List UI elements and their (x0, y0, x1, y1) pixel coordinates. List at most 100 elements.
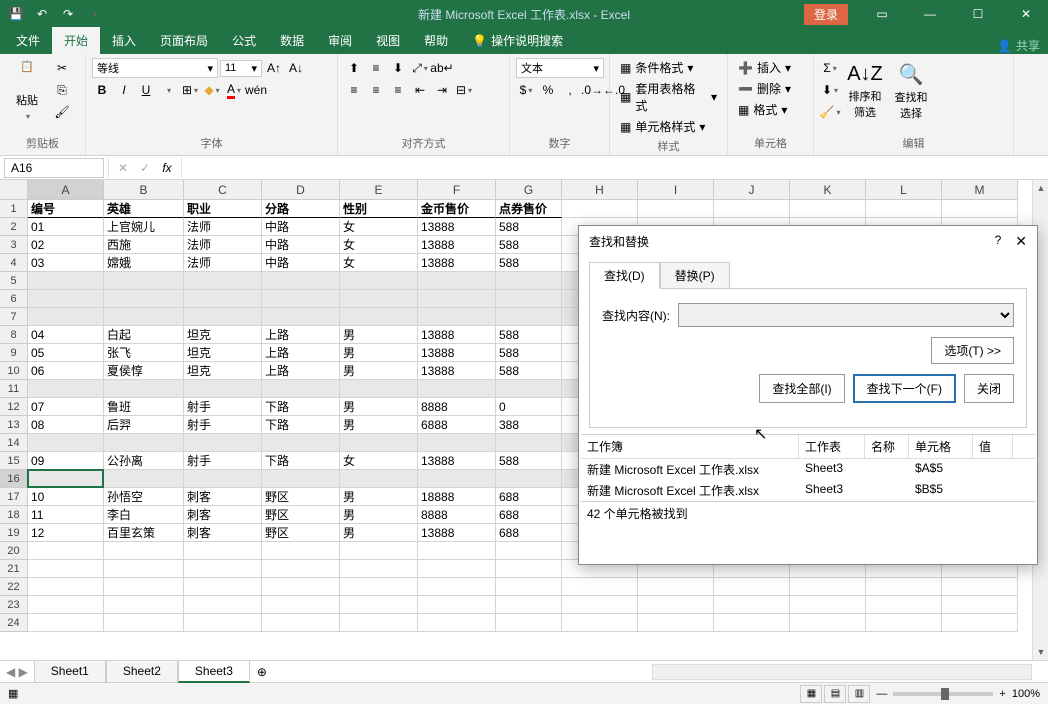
qat-customize[interactable] (82, 2, 106, 26)
row-header-12[interactable]: 12 (0, 398, 28, 416)
cell[interactable] (262, 614, 340, 632)
cell[interactable]: 13888 (418, 218, 496, 236)
cell[interactable] (866, 200, 942, 218)
login-button[interactable]: 登录 (804, 4, 848, 25)
cell[interactable] (262, 470, 340, 488)
close-icon[interactable]: ✕ (1004, 0, 1048, 28)
cell[interactable] (104, 560, 184, 578)
currency-icon[interactable]: $ (516, 80, 536, 100)
cell[interactable] (496, 272, 562, 290)
cell[interactable] (262, 290, 340, 308)
cell[interactable]: 刺客 (184, 524, 262, 542)
cell[interactable]: 688 (496, 506, 562, 524)
cell[interactable]: 后羿 (104, 416, 184, 434)
align-right-icon[interactable]: ≡ (388, 80, 408, 100)
cell[interactable] (262, 542, 340, 560)
cell[interactable]: 388 (496, 416, 562, 434)
fill-icon[interactable]: ⬇ (820, 80, 840, 100)
row-header-23[interactable]: 23 (0, 596, 28, 614)
cell[interactable] (638, 596, 714, 614)
cell[interactable]: 男 (340, 416, 418, 434)
find-select-button[interactable]: 🔍 查找和选择 (890, 58, 932, 124)
cell[interactable]: 法师 (184, 236, 262, 254)
cell[interactable] (496, 578, 562, 596)
cell[interactable]: 688 (496, 524, 562, 542)
cell[interactable] (340, 380, 418, 398)
cell[interactable] (942, 578, 1018, 596)
cell[interactable] (104, 542, 184, 560)
tab-find[interactable]: 查找(D) (589, 262, 660, 289)
phonetic-icon[interactable]: wén (246, 80, 266, 100)
cell[interactable]: 男 (340, 398, 418, 416)
grow-font-icon[interactable]: A↑ (264, 58, 284, 78)
cell[interactable]: 02 (28, 236, 104, 254)
col-header-F[interactable]: F (418, 180, 496, 200)
cell[interactable]: 上路 (262, 326, 340, 344)
cell[interactable]: 分路 (262, 200, 340, 218)
cell[interactable]: 男 (340, 506, 418, 524)
cell[interactable]: 13888 (418, 326, 496, 344)
cell[interactable] (942, 614, 1018, 632)
cell[interactable] (496, 596, 562, 614)
cell[interactable] (262, 578, 340, 596)
horizontal-scrollbar[interactable] (652, 664, 1032, 680)
cell[interactable]: 刺客 (184, 488, 262, 506)
indent-inc-icon[interactable]: ⇥ (432, 80, 452, 100)
col-header-B[interactable]: B (104, 180, 184, 200)
cell[interactable]: 射手 (184, 416, 262, 434)
shrink-font-icon[interactable]: A↓ (286, 58, 306, 78)
add-sheet-button[interactable]: ⊕ (250, 665, 274, 679)
percent-icon[interactable]: % (538, 80, 558, 100)
cell[interactable] (28, 308, 104, 326)
cell[interactable]: 上官婉儿 (104, 218, 184, 236)
cell[interactable]: 中路 (262, 218, 340, 236)
format-cells-button[interactable]: ▦ 格式 ▾ (734, 100, 791, 119)
cell[interactable] (28, 290, 104, 308)
cell[interactable] (340, 560, 418, 578)
cell[interactable]: 点券售价 (496, 200, 562, 218)
page-layout-icon[interactable]: ▤ (824, 685, 846, 703)
cell[interactable]: 法师 (184, 254, 262, 272)
row-header-18[interactable]: 18 (0, 506, 28, 524)
row-header-2[interactable]: 2 (0, 218, 28, 236)
cell[interactable]: 10 (28, 488, 104, 506)
cell[interactable]: 坦克 (184, 344, 262, 362)
cell[interactable] (104, 614, 184, 632)
sheet-nav[interactable]: ◀ ▶ (0, 665, 34, 679)
cell[interactable] (28, 272, 104, 290)
cell[interactable]: 01 (28, 218, 104, 236)
cell[interactable]: 男 (340, 362, 418, 380)
cell[interactable] (184, 578, 262, 596)
tab-view[interactable]: 视图 (364, 27, 412, 54)
maximize-icon[interactable]: ☐ (956, 0, 1000, 28)
row-header-20[interactable]: 20 (0, 542, 28, 560)
font-size-combo[interactable]: 11▾ (220, 60, 262, 77)
cell[interactable] (418, 290, 496, 308)
cell[interactable] (262, 308, 340, 326)
cell[interactable]: 588 (496, 254, 562, 272)
tab-home[interactable]: 开始 (52, 27, 100, 54)
cell[interactable]: 588 (496, 344, 562, 362)
cell[interactable]: 坦克 (184, 362, 262, 380)
cell[interactable] (28, 596, 104, 614)
cell[interactable] (340, 290, 418, 308)
cell[interactable]: 射手 (184, 452, 262, 470)
cell[interactable]: 野区 (262, 524, 340, 542)
cell[interactable]: 张飞 (104, 344, 184, 362)
align-bottom-icon[interactable]: ⬇ (388, 58, 408, 78)
autosum-icon[interactable]: Σ (820, 58, 840, 78)
cell[interactable] (340, 308, 418, 326)
row-header-7[interactable]: 7 (0, 308, 28, 326)
indent-dec-icon[interactable]: ⇤ (410, 80, 430, 100)
cell[interactable] (638, 614, 714, 632)
cell[interactable] (790, 578, 866, 596)
page-break-icon[interactable]: ▥ (848, 685, 870, 703)
scroll-up-icon[interactable]: ▲ (1033, 180, 1048, 196)
row-header-5[interactable]: 5 (0, 272, 28, 290)
cell[interactable] (340, 434, 418, 452)
underline-button[interactable]: U (136, 80, 156, 100)
cell[interactable] (866, 614, 942, 632)
normal-view-icon[interactable]: ▦ (800, 685, 822, 703)
cell[interactable]: 6888 (418, 416, 496, 434)
col-header-H[interactable]: H (562, 180, 638, 200)
